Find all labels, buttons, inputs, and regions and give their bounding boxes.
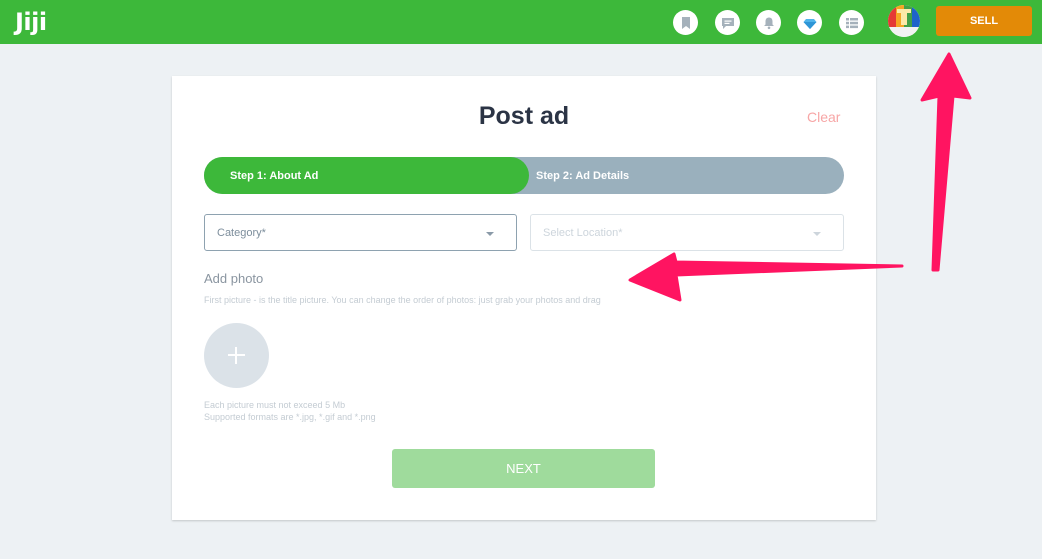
photo-requirements: Each picture must not exceed 5 Mb Suppor… bbox=[204, 399, 376, 423]
step-2-label: Step 2: Ad Details bbox=[536, 170, 630, 182]
bookmark-icon[interactable] bbox=[673, 10, 698, 35]
step-1-label: Step 1: About Ad bbox=[230, 170, 319, 182]
step-progress-bar: Step 2: Ad Details Step 1: About Ad bbox=[204, 157, 844, 194]
messages-icon[interactable] bbox=[715, 10, 740, 35]
arrow-to-sell-button bbox=[920, 52, 972, 272]
location-select[interactable]: Select Location* bbox=[530, 214, 844, 251]
photo-format-limit: Supported formats are *.jpg, *.gif and *… bbox=[204, 412, 376, 422]
add-photo-heading: Add photo bbox=[204, 271, 264, 286]
user-avatar[interactable] bbox=[888, 5, 920, 37]
chevron-down-icon bbox=[486, 232, 494, 236]
photo-size-limit: Each picture must not exceed 5 Mb bbox=[204, 400, 346, 410]
category-placeholder: Category* bbox=[217, 227, 266, 239]
notifications-bell-icon[interactable] bbox=[756, 10, 781, 35]
my-adverts-list-icon[interactable] bbox=[839, 10, 864, 35]
clear-button[interactable]: Clear bbox=[807, 109, 840, 125]
next-button[interactable]: NEXT bbox=[392, 449, 655, 488]
top-navigation-bar: Jiji SELL bbox=[0, 0, 1042, 44]
chevron-down-icon bbox=[813, 232, 821, 236]
page-title: Post ad bbox=[478, 102, 570, 130]
add-photo-button[interactable] bbox=[204, 323, 269, 388]
sell-button[interactable]: SELL bbox=[936, 6, 1032, 36]
step-1-tab[interactable]: Step 1: About Ad bbox=[204, 157, 529, 194]
photo-order-hint: First picture - is the title picture. Yo… bbox=[204, 295, 601, 305]
category-select[interactable]: Category* bbox=[204, 214, 517, 251]
jiji-logo[interactable]: Jiji bbox=[15, 8, 47, 36]
post-ad-form-card: Post ad Clear Step 2: Ad Details Step 1:… bbox=[172, 76, 876, 520]
premium-diamond-icon[interactable] bbox=[797, 10, 822, 35]
location-placeholder: Select Location* bbox=[543, 227, 623, 239]
